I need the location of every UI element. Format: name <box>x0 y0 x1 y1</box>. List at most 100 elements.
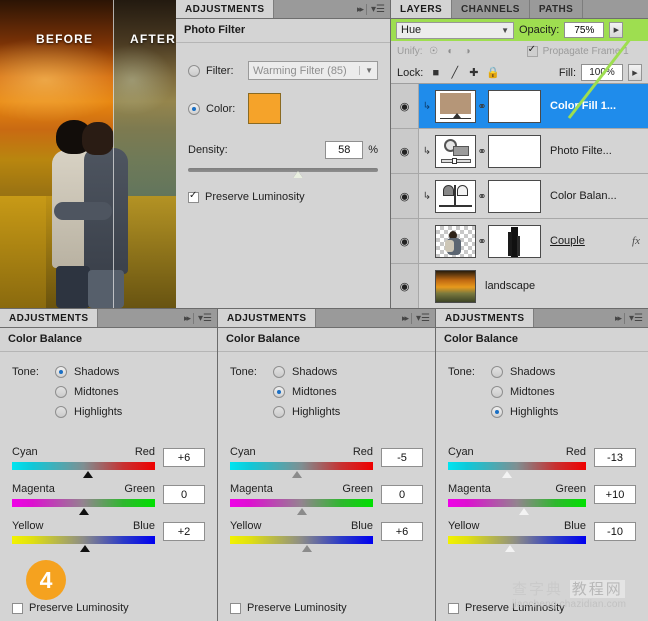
panel-menu-icon[interactable]: ▾☰ <box>198 313 212 324</box>
fill-input[interactable]: 100% <box>581 64 623 81</box>
tone-option-shadows[interactable]: Tone:Shadows <box>12 366 205 378</box>
layer-row[interactable]: ◉landscape <box>391 264 648 309</box>
slider-track[interactable] <box>230 499 373 507</box>
slider-thumb[interactable] <box>519 508 529 515</box>
slider-value-input[interactable]: +6 <box>163 448 205 467</box>
lock-all-icon[interactable]: 🔒 <box>486 66 499 79</box>
fill-stepper[interactable]: ▶ <box>628 64 642 81</box>
slider-thumb[interactable] <box>80 545 90 552</box>
lock-position-move-icon[interactable]: ✚ <box>467 66 480 79</box>
slider-track[interactable] <box>448 462 586 470</box>
slider-track[interactable] <box>230 462 373 470</box>
slider-value-input[interactable]: -13 <box>594 448 636 467</box>
layer-visibility-toggle[interactable]: ◉ <box>391 264 419 308</box>
slider-value-input[interactable]: -10 <box>594 522 636 541</box>
slider-value-input[interactable]: 0 <box>381 485 423 504</box>
tone-option-midtones[interactable]: Midtones <box>230 386 423 398</box>
panel-menu-icon[interactable]: ▾☰ <box>416 313 430 324</box>
layer-mask-link-icon[interactable]: ⚭ <box>476 145 488 158</box>
collapse-chevrons-icon[interactable]: ▸▸ <box>402 313 407 324</box>
slider-thumb[interactable] <box>292 471 302 478</box>
layer-row[interactable]: ◉↳⚭Photo Filte... <box>391 129 648 174</box>
layer-thumbnail[interactable] <box>435 90 476 123</box>
tone-radio-shadows[interactable] <box>55 366 67 378</box>
slider-value-input[interactable]: -5 <box>381 448 423 467</box>
layer-mask-link-icon[interactable]: ⚭ <box>476 100 488 113</box>
preserve-luminosity-checkbox[interactable] <box>230 603 241 614</box>
tone-option-midtones[interactable]: Midtones <box>448 386 636 398</box>
tab-paths[interactable]: PATHS <box>530 0 583 18</box>
slider-thumb[interactable] <box>83 471 93 478</box>
slider-thumb[interactable] <box>79 508 89 515</box>
opacity-input[interactable]: 75% <box>564 22 604 38</box>
layer-thumbnail[interactable] <box>435 135 476 168</box>
layer-mask-link-icon[interactable]: ⚭ <box>476 190 488 203</box>
preserve-luminosity-row[interactable]: Preserve Luminosity <box>12 602 129 614</box>
slider-track[interactable] <box>12 499 155 507</box>
layer-visibility-toggle[interactable]: ◉ <box>391 129 419 173</box>
slider-value-input[interactable]: +6 <box>381 522 423 541</box>
panel-menu-icon[interactable]: ▾☰ <box>629 313 643 324</box>
layer-mask-link-icon[interactable]: ⚭ <box>476 235 488 248</box>
tab-adjustments[interactable]: ADJUSTMENTS <box>176 0 274 18</box>
preserve-luminosity-checkbox[interactable] <box>448 603 459 614</box>
collapse-chevrons-icon[interactable]: ▸▸ <box>184 313 189 324</box>
tone-option-highlights[interactable]: Highlights <box>12 406 205 418</box>
filter-preset-dropdown[interactable]: Warming Filter (85) ▼ <box>248 61 378 80</box>
layer-thumbnail[interactable] <box>435 270 476 303</box>
slider-track[interactable] <box>230 536 373 544</box>
layer-thumbnail[interactable] <box>435 180 476 213</box>
tone-option-midtones[interactable]: Midtones <box>12 386 205 398</box>
tab-layers[interactable]: LAYERS <box>391 0 452 18</box>
layer-visibility-toggle[interactable]: ◉ <box>391 174 419 218</box>
panel-menu-icon[interactable]: ▾☰ <box>371 4 385 15</box>
tone-radio-highlights[interactable] <box>491 406 503 418</box>
color-swatch[interactable] <box>248 93 281 124</box>
layer-row[interactable]: ◉⚭Couple fx <box>391 219 648 264</box>
tone-radio-highlights[interactable] <box>273 406 285 418</box>
tone-option-highlights[interactable]: Highlights <box>230 406 423 418</box>
layer-row[interactable]: ◉↳⚭Color Balan... <box>391 174 648 219</box>
layer-mask-thumbnail[interactable] <box>488 225 541 258</box>
layer-mask-thumbnail[interactable] <box>488 135 541 168</box>
preserve-luminosity-checkbox[interactable] <box>188 192 199 203</box>
tab-adjustments[interactable]: ADJUSTMENTS <box>218 309 316 327</box>
blend-mode-dropdown[interactable]: Hue ▼ <box>396 22 514 39</box>
tone-radio-shadows[interactable] <box>273 366 285 378</box>
preserve-luminosity-row[interactable]: Preserve Luminosity <box>230 602 347 614</box>
layer-effects-fx-icon[interactable]: fx <box>632 235 648 247</box>
slider-value-input[interactable]: 0 <box>163 485 205 504</box>
preserve-luminosity-checkbox[interactable] <box>12 603 23 614</box>
tab-channels[interactable]: CHANNELS <box>452 0 530 18</box>
slider-value-input[interactable]: +2 <box>163 522 205 541</box>
slider-track[interactable] <box>12 536 155 544</box>
slider-thumb[interactable] <box>502 471 512 478</box>
slider-track[interactable] <box>12 462 155 470</box>
collapse-chevrons-icon[interactable]: ▸▸ <box>357 4 362 15</box>
tone-radio-shadows[interactable] <box>491 366 503 378</box>
preserve-luminosity-row[interactable]: Preserve Luminosity <box>188 191 378 203</box>
slider-value-input[interactable]: +10 <box>594 485 636 504</box>
preserve-luminosity-row[interactable]: Preserve Luminosity <box>448 602 565 614</box>
layer-row[interactable]: ◉↳⚭Color Fill 1... <box>391 84 648 129</box>
tone-option-shadows[interactable]: Tone:Shadows <box>230 366 423 378</box>
layer-visibility-toggle[interactable]: ◉ <box>391 84 419 128</box>
tab-adjustments[interactable]: ADJUSTMENTS <box>436 309 534 327</box>
tone-radio-midtones[interactable] <box>491 386 503 398</box>
slider-thumb[interactable] <box>302 545 312 552</box>
tone-option-shadows[interactable]: Tone:Shadows <box>448 366 636 378</box>
filter-radio[interactable] <box>188 65 200 77</box>
density-input[interactable]: 58 <box>325 141 363 159</box>
slider-track[interactable] <box>448 499 586 507</box>
tone-radio-midtones[interactable] <box>55 386 67 398</box>
tone-option-highlights[interactable]: Highlights <box>448 406 636 418</box>
layer-mask-thumbnail[interactable] <box>488 180 541 213</box>
density-slider-track[interactable] <box>188 168 378 172</box>
layer-mask-thumbnail[interactable] <box>488 90 541 123</box>
collapse-chevrons-icon[interactable]: ▸▸ <box>615 313 620 324</box>
opacity-stepper[interactable]: ▶ <box>609 22 623 38</box>
color-radio[interactable] <box>188 103 200 115</box>
density-slider-thumb[interactable] <box>293 171 303 178</box>
slider-thumb[interactable] <box>505 545 515 552</box>
tone-radio-midtones[interactable] <box>273 386 285 398</box>
